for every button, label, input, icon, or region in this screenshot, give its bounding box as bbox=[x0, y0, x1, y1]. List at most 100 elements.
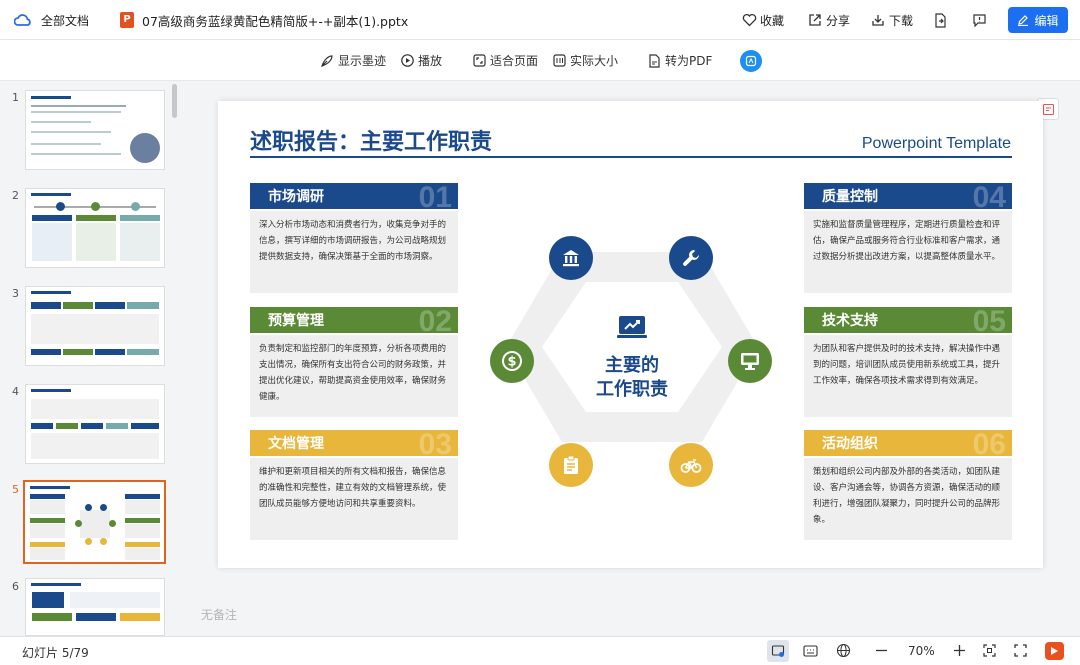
globe-icon bbox=[836, 643, 851, 658]
card-header-tech-support: 技术支持 05 bbox=[804, 305, 1012, 338]
dollar-icon-circle: $ bbox=[490, 339, 534, 383]
card-body-events: 策划和组织公司内部及外部的各类活动，如团队建设、客户沟通会等，协调各方资源，确保… bbox=[804, 458, 1012, 540]
edit-label: 编辑 bbox=[1034, 13, 1059, 28]
clipboard-icon bbox=[564, 455, 578, 474]
home-label: 全部文档 bbox=[41, 13, 90, 28]
monitor-icon bbox=[741, 353, 759, 370]
card-header-quality: 质量控制 04 bbox=[804, 181, 1012, 214]
title-rule bbox=[250, 156, 1012, 158]
zoom-out-button[interactable] bbox=[874, 643, 889, 662]
wrench-icon-circle bbox=[669, 236, 713, 280]
bicycle-icon-circle bbox=[669, 443, 713, 487]
play-icon bbox=[401, 54, 414, 67]
cloud-icon bbox=[14, 14, 31, 26]
thumbnail-scrollbar[interactable] bbox=[172, 84, 177, 118]
card-number: 02 bbox=[418, 305, 452, 338]
ink-button[interactable]: 显示墨迹 bbox=[320, 40, 386, 81]
thumbnail-number: 2 bbox=[12, 189, 19, 202]
fullscreen-button[interactable] bbox=[1013, 643, 1028, 662]
actual-size-icon bbox=[553, 54, 566, 67]
favorite-label: 收藏 bbox=[760, 13, 785, 28]
card-title: 活动组织 bbox=[822, 436, 878, 452]
monitor-icon-circle bbox=[728, 339, 772, 383]
download-button[interactable]: 下载 bbox=[871, 0, 913, 40]
play-label: 播放 bbox=[418, 54, 443, 68]
notes-icon bbox=[1042, 103, 1054, 115]
slide-thumbnail-3[interactable] bbox=[25, 286, 165, 366]
download-icon bbox=[872, 15, 884, 26]
slide-thumbnail-panel: 1 2 3 4 5 6 bbox=[0, 81, 182, 636]
language-button[interactable] bbox=[836, 643, 851, 662]
export-icon bbox=[935, 12, 946, 28]
pdf-icon bbox=[649, 53, 660, 68]
card-number: 06 bbox=[972, 428, 1006, 461]
fit-page-icon bbox=[473, 54, 486, 67]
speaker-notes[interactable]: 无备注 bbox=[201, 606, 237, 623]
center-title-line2: 工作职责 bbox=[596, 379, 668, 400]
zoom-in-button[interactable] bbox=[952, 643, 967, 662]
file-title: P 07高级商务蓝绿黄配色精简版+-+副本(1).pptx bbox=[120, 0, 408, 40]
ai-icon bbox=[740, 49, 762, 72]
bicycle-icon bbox=[680, 459, 702, 473]
edit-button[interactable]: 编辑 bbox=[1008, 7, 1068, 33]
card-body-budget: 负责制定和监控部门的年度预算，分析各项费用的支出情况，确保所有支出符合公司的财务… bbox=[250, 335, 458, 417]
ai-assistant-button[interactable] bbox=[740, 40, 762, 81]
fit-page-button[interactable]: 适合页面 bbox=[473, 40, 538, 81]
share-label: 分享 bbox=[826, 13, 851, 28]
slide-thumbnail-6[interactable] bbox=[25, 578, 165, 636]
slide-title: 述职报告：主要工作职责 bbox=[250, 130, 493, 155]
svg-text:$: $ bbox=[507, 355, 516, 370]
actual-size-button[interactable]: 实际大小 bbox=[553, 40, 618, 81]
minus-icon bbox=[876, 649, 887, 652]
current-slide: 述职报告：主要工作职责 Powerpoint Template 市场调研 01 深… bbox=[218, 101, 1043, 568]
slide-thumbnail-4[interactable] bbox=[25, 384, 165, 464]
thumbnail-number: 4 bbox=[12, 385, 19, 398]
slideshow-button[interactable] bbox=[1045, 642, 1064, 660]
comments-view-button[interactable] bbox=[803, 643, 818, 662]
slide-counter: 幻灯片 5/79 bbox=[22, 646, 89, 660]
thumbnail-number: 3 bbox=[12, 287, 19, 300]
card-body-market-research: 深入分析市场动态和消费者行为，收集竞争对手的信息，撰写详细的市场调研报告，为公司… bbox=[250, 211, 458, 293]
download-label: 下载 bbox=[889, 13, 914, 28]
share-button[interactable]: 分享 bbox=[808, 0, 850, 40]
home-link[interactable]: 全部文档 bbox=[14, 0, 89, 40]
clipboard-icon-circle bbox=[549, 443, 593, 487]
status-bar: 幻灯片 5/79 70% bbox=[0, 636, 1080, 665]
to-pdf-button[interactable]: 转为PDF bbox=[648, 40, 712, 81]
card-header-events: 活动组织 06 bbox=[804, 428, 1012, 461]
play-button[interactable]: 播放 bbox=[401, 40, 442, 81]
fit-window-button[interactable] bbox=[982, 643, 997, 662]
plus-icon bbox=[954, 645, 965, 656]
keyboard-icon bbox=[803, 645, 818, 657]
card-number: 04 bbox=[972, 181, 1006, 214]
card-header-documents: 文档管理 03 bbox=[250, 428, 458, 461]
template-label: Powerpoint Template bbox=[861, 135, 1011, 152]
file-name: 07高级商务蓝绿黄配色精简版+-+副本(1).pptx bbox=[142, 13, 409, 29]
slide-thumbnail-1[interactable] bbox=[25, 90, 165, 170]
slide-notes-icon bbox=[771, 645, 785, 657]
slide-thumbnail-2[interactable] bbox=[25, 188, 165, 268]
card-body-quality: 实施和监督质量管理程序，定期进行质量检查和评估，确保产品或服务符合行业标准和客户… bbox=[804, 211, 1012, 293]
share-icon bbox=[809, 14, 821, 26]
heart-icon bbox=[742, 13, 757, 27]
comment-button[interactable] bbox=[972, 0, 987, 40]
feather-icon bbox=[321, 54, 333, 67]
card-title: 质量控制 bbox=[822, 189, 878, 205]
notes-view-button[interactable] bbox=[767, 640, 789, 662]
chart-monitor-icon bbox=[617, 316, 647, 338]
card-title: 文档管理 bbox=[268, 436, 324, 452]
favorite-button[interactable]: 收藏 bbox=[742, 0, 784, 40]
pptx-file-icon: P bbox=[120, 12, 134, 28]
card-header-market-research: 市场调研 01 bbox=[250, 181, 458, 214]
center-title-line1: 主要的 bbox=[605, 355, 659, 376]
card-body-tech-support: 为团队和客户提供及时的技术支持，解决操作中遇到的问题，培训团队成员使用新系统或工… bbox=[804, 335, 1012, 417]
card-number: 05 bbox=[972, 305, 1006, 338]
fullscreen-icon bbox=[1014, 644, 1027, 657]
slide-thumbnail-5[interactable] bbox=[23, 480, 166, 564]
ink-label: 显示墨迹 bbox=[338, 54, 387, 68]
export-button[interactable] bbox=[933, 0, 947, 40]
view-toolbar: 显示墨迹 播放 适合页面 实际大小 转为PDF bbox=[0, 40, 1080, 81]
dollar-icon: $ bbox=[502, 351, 522, 371]
card-body-documents: 维护和更新项目相关的所有文档和报告，确保信息的准确性和完整性，建立有效的文档管理… bbox=[250, 458, 458, 540]
zoom-level[interactable]: 70% bbox=[908, 644, 935, 658]
